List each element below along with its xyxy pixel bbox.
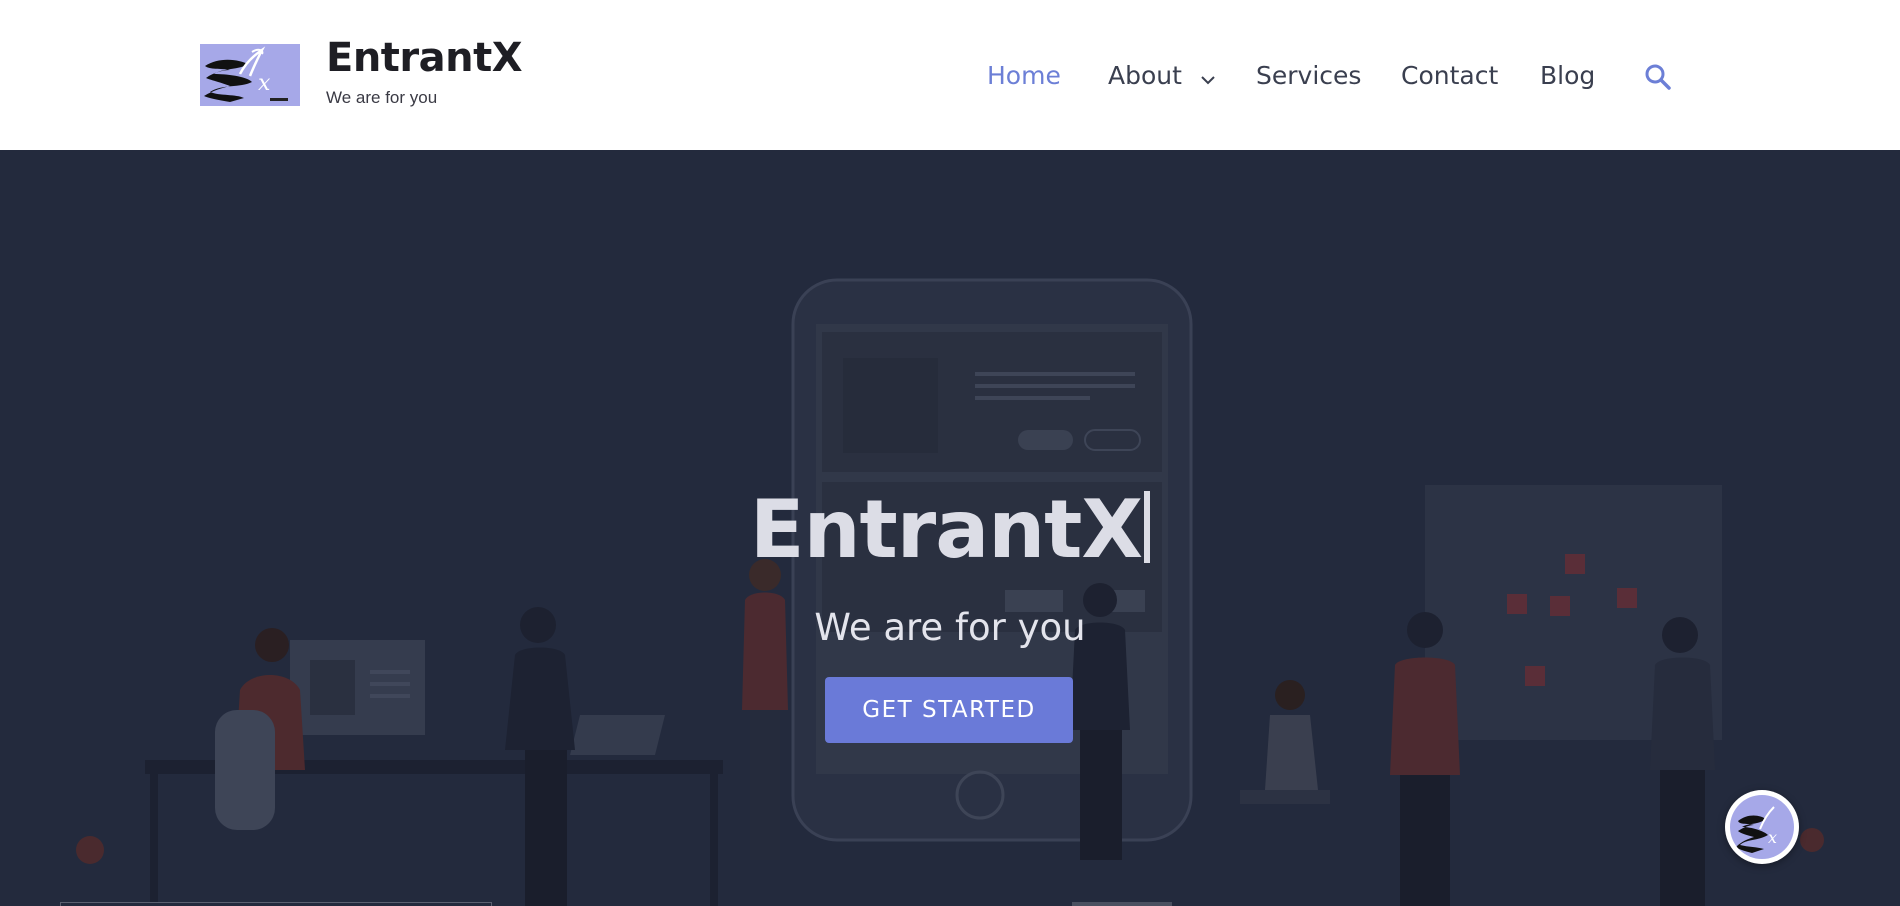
bottom-edge-element [1072,902,1172,906]
nav-item-services[interactable]: Services [1256,58,1361,94]
brand-logo-icon: x [1736,806,1777,853]
site-header: x EntrantX We are for you Home About Ser… [0,0,1900,150]
nav-item-home[interactable]: Home [987,58,1061,94]
bottom-edge-element [60,902,492,906]
hero-title: EntrantX [0,490,1900,570]
site-title[interactable]: EntrantX [326,38,523,78]
nav-item-label: Services [1256,61,1362,90]
nav-item-label: Home [987,61,1061,90]
hero-subtitle: We are for you [814,606,1086,649]
site-tagline: We are for you [326,88,438,107]
typing-caret [1144,491,1151,563]
site-logo[interactable]: x [200,44,300,106]
chat-widget-avatar: x [1730,795,1794,859]
chevron-down-icon [1200,59,1216,95]
nav-item-label: Contact [1401,61,1499,90]
nav-item-contact[interactable]: Contact [1401,58,1498,94]
hero-section: EntrantX We are for you GET STARTED x [0,150,1900,906]
svg-text:x: x [1768,828,1777,847]
search-button[interactable] [1643,62,1673,92]
brand-logo-icon: x [204,46,288,102]
get-started-button[interactable]: GET STARTED [825,677,1073,743]
svg-text:x: x [258,71,271,96]
hero-title-text: EntrantX [749,483,1143,576]
search-icon [1645,64,1671,90]
nav-item-about[interactable]: About [1108,58,1216,95]
nav-item-label: Blog [1540,61,1596,90]
nav-item-blog[interactable]: Blog [1540,58,1595,94]
nav-item-label: About [1108,61,1182,90]
chat-widget-button[interactable]: x [1725,790,1799,864]
